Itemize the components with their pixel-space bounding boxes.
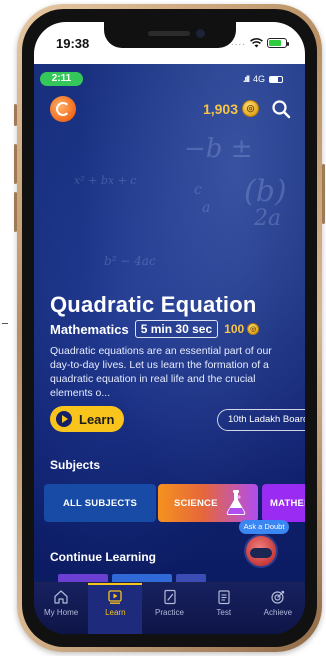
tab-all-subjects[interactable]: ALL SUBJECTS xyxy=(44,484,156,522)
bg-formula: a xyxy=(202,200,211,216)
play-square-icon xyxy=(108,590,122,604)
android-time: 2:11 xyxy=(40,72,83,86)
coin-icon: ◎ xyxy=(242,100,259,117)
phone-bezel: 19:38 .... −b ± (b) 2a c a b² − 4ac x² +… xyxy=(22,9,317,647)
bg-formula: −b ± xyxy=(184,134,253,164)
volume-up-button xyxy=(14,144,17,184)
target-icon xyxy=(271,590,285,604)
volume-down-button xyxy=(14,192,17,232)
search-icon[interactable] xyxy=(271,99,291,119)
nav-label: Learn xyxy=(105,608,126,617)
ask-doubt-label[interactable]: Ask a Doubt xyxy=(239,520,289,534)
nav-label: Practice xyxy=(155,608,184,617)
nav-test[interactable]: Test xyxy=(197,583,251,634)
doubt-avatar-icon[interactable] xyxy=(244,534,278,568)
tab-science-label: SCIENCE xyxy=(174,497,218,509)
nav-label: Achieve xyxy=(263,608,293,617)
lesson-subject: Mathematics xyxy=(50,321,129,337)
learn-button[interactable]: Learn xyxy=(50,406,124,432)
nav-label: My Home xyxy=(43,608,79,617)
coin-icon: ◎ xyxy=(247,323,260,335)
nav-label: Test xyxy=(216,608,232,617)
signal-bars-icon: .ıll xyxy=(242,74,250,84)
notch xyxy=(104,22,236,48)
nav-my-home[interactable]: My Home xyxy=(34,583,88,634)
bg-formula: 2a xyxy=(254,206,282,231)
pencil-icon xyxy=(163,589,176,605)
tab-science[interactable]: SCIENCE xyxy=(158,484,258,522)
learn-button-label: Learn xyxy=(79,411,115,427)
app-screen: −b ± (b) 2a c a b² − 4ac x² + bx + c 2:1… xyxy=(34,64,305,634)
clipboard-icon xyxy=(218,590,230,605)
android-status-bar: 2:11 .ıll 4G xyxy=(34,72,305,88)
home-icon xyxy=(54,590,68,604)
app-header: 1,903 ◎ xyxy=(34,94,305,124)
app-logo[interactable] xyxy=(50,96,76,122)
lesson-points: 100 ◎ xyxy=(224,322,260,336)
bg-formula: (b) xyxy=(244,174,287,209)
network-type: 4G xyxy=(252,74,265,84)
lesson-meta: Mathematics 5 min 30 sec 100 ◎ xyxy=(50,320,260,338)
coin-count: 1,903 xyxy=(202,100,238,117)
screen: 19:38 .... −b ± (b) 2a c a b² − 4ac x² +… xyxy=(34,22,305,634)
power-button xyxy=(322,164,325,224)
play-icon xyxy=(56,411,72,427)
mute-switch xyxy=(14,104,17,126)
flask-icon xyxy=(226,490,246,515)
wifi-icon xyxy=(250,37,263,47)
tab-mathematics[interactable]: MATHEMA xyxy=(262,484,305,522)
subjects-heading: Subjects xyxy=(50,458,101,472)
phone-frame: 19:38 .... −b ± (b) 2a c a b² − 4ac x² +… xyxy=(14,4,325,652)
points-value: 100 xyxy=(224,322,245,336)
network-indicator: .ıll 4G xyxy=(243,74,283,84)
ios-status-bar: 19:38 .... xyxy=(34,22,305,64)
continue-learning-heading: Continue Learning xyxy=(50,550,156,564)
board-chip[interactable]: 10th Ladakh Board xyxy=(217,409,305,431)
side-marker xyxy=(2,323,8,324)
ios-time: 19:38 xyxy=(56,36,90,51)
nav-practice[interactable]: Practice xyxy=(142,583,196,634)
nav-achieve[interactable]: Achieve xyxy=(251,583,305,634)
bg-formula: b² − 4ac xyxy=(104,254,156,268)
battery-icon xyxy=(269,75,283,83)
bottom-navigation: My Home Learn Practice Test Achieve xyxy=(34,582,305,634)
lesson-title: Quadratic Equation xyxy=(50,292,257,317)
lesson-duration: 5 min 30 sec xyxy=(134,320,219,338)
coin-balance[interactable]: 1,903 ◎ xyxy=(203,100,259,117)
bg-formula: x² + bx + c xyxy=(74,174,137,187)
lesson-description: Quadratic equations are an essential par… xyxy=(50,345,272,399)
battery-icon xyxy=(267,37,289,48)
nav-learn[interactable]: Learn xyxy=(88,583,143,634)
bg-formula: c xyxy=(194,182,202,198)
ios-status-icons: .... xyxy=(231,37,289,48)
